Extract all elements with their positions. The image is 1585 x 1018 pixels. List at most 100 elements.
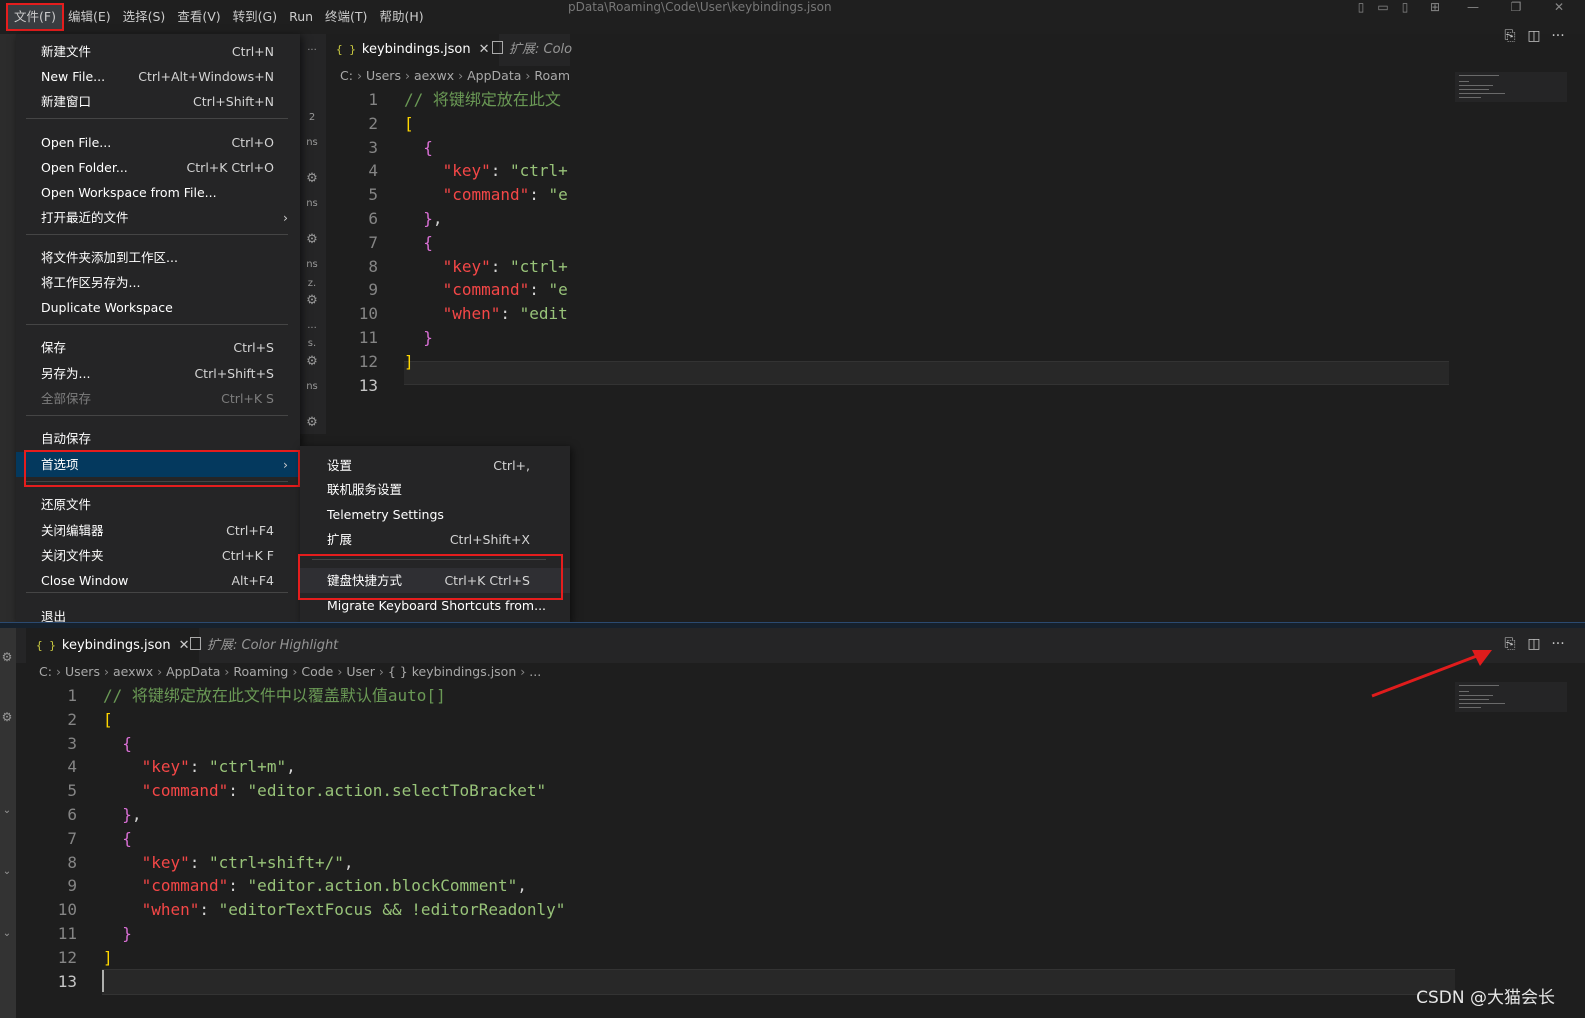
- split-editor-icon[interactable]: ◫: [1525, 636, 1543, 652]
- menu-go[interactable]: 转到(G): [227, 5, 283, 29]
- code-line: 6 },: [16, 803, 141, 827]
- menu-file[interactable]: 文件(F): [6, 3, 64, 31]
- file-menu-item[interactable]: 新建窗口 Ctrl+Shift+N: [16, 89, 300, 114]
- breadcrumb-item[interactable]: AppData: [467, 68, 521, 83]
- code-line: 8 "key": "ctrl+shift+/",: [16, 851, 354, 875]
- preferences-menu-item[interactable]: 设置 Ctrl+,: [300, 453, 570, 478]
- menu-run[interactable]: Run: [283, 5, 319, 29]
- code-text: "when": "editorTextFocus && !editorReado…: [141, 900, 566, 920]
- menu-item-label: 全部保存: [41, 391, 92, 406]
- gear-icon: ⚙: [306, 171, 318, 186]
- breadcrumb-item[interactable]: ...: [529, 664, 541, 679]
- breadcrumb-item[interactable]: AppData: [166, 664, 220, 679]
- red-arrow-annotation: [1371, 650, 1492, 698]
- file-menu-item[interactable]: 关闭文件夹 Ctrl+K F: [16, 543, 300, 568]
- restore-icon[interactable]: ❐: [1505, 0, 1527, 14]
- code-text: "command": "editor.action.blockComment",: [141, 876, 527, 896]
- line-number: 4: [67, 757, 77, 777]
- file-menu-item[interactable]: 将文件夹添加到工作区...: [16, 245, 300, 270]
- menu-item-label: Open Workspace from File...: [41, 185, 217, 200]
- more-actions-icon[interactable]: ···: [1549, 28, 1567, 44]
- chevron-right-icon: ›: [378, 664, 384, 679]
- gear-icon: ⚙: [1, 710, 13, 724]
- file-menu-item[interactable]: Open Folder... Ctrl+K Ctrl+O: [16, 155, 300, 180]
- code-text: "key": "ctrl+shift+/",: [141, 852, 354, 872]
- file-menu-item[interactable]: Open Workspace from File...: [16, 180, 300, 205]
- menu-help[interactable]: 帮助(H): [373, 5, 429, 29]
- chevron-right-icon: ›: [356, 68, 362, 83]
- minimize-icon[interactable]: —: [1462, 0, 1484, 14]
- breadcrumb-item[interactable]: Users: [366, 68, 401, 83]
- code-line: 10 "when": "edit: [326, 302, 568, 326]
- open-json-icon[interactable]: ⎘: [1501, 28, 1519, 44]
- close-window-icon[interactable]: ✕: [1548, 0, 1570, 14]
- preferences-menu-item[interactable]: 扩展 Ctrl+Shift+X: [300, 527, 570, 552]
- bottom-code-editor[interactable]: 1// 将键绑定放在此文件中以覆盖默认值auto[] 2[3 {4 "key": …: [16, 684, 1456, 1018]
- line-number: 5: [67, 781, 77, 801]
- tab-keybindings[interactable]: { } keybindings.json ✕: [326, 34, 500, 66]
- customize-layout-icon[interactable]: ⊞: [1424, 0, 1446, 14]
- open-json-icon[interactable]: ⎘: [1501, 636, 1519, 652]
- more-actions-icon[interactable]: ···: [1549, 636, 1567, 652]
- file-menu: 新建文件 Ctrl+N New File... Ctrl+Alt+Windows+N 新…: [16, 34, 300, 622]
- gear-icon: ⚙: [306, 354, 318, 369]
- file-menu-item[interactable]: New File... Ctrl+Alt+Windows+N: [16, 64, 300, 89]
- breadcrumb-item[interactable]: C:: [340, 68, 353, 83]
- menu-item-shortcut: Ctrl+Alt+Windows+N: [138, 69, 274, 84]
- explorer-text: ns: [306, 381, 318, 392]
- file-menu-item[interactable]: 打开最近的文件 ›: [16, 205, 300, 230]
- chevron-right-icon: ›: [55, 664, 61, 679]
- menu-item-shortcut: Ctrl+O: [231, 135, 274, 150]
- menu-edit[interactable]: 编辑(E): [62, 5, 117, 29]
- code-text: "when": "edit: [442, 304, 568, 324]
- breadcrumb: C: › Users › aexwx › AppData › Roaming › Code › User…: [39, 664, 541, 679]
- tab-extension[interactable]: 扩展: Colo: [482, 34, 582, 66]
- code-text: "command": "e: [442, 185, 568, 205]
- file-menu-item[interactable]: 另存为... Ctrl+Shift+S: [16, 361, 300, 386]
- file-menu-item[interactable]: 新建文件 Ctrl+N: [16, 39, 300, 64]
- top-tab-bar: { } keybindings.json ✕ 扩展: Colo: [326, 34, 572, 66]
- preferences-menu-item[interactable]: Telemetry Settings: [300, 502, 570, 527]
- code-text: },: [423, 209, 443, 228]
- breadcrumb-item[interactable]: { } keybindings.json: [388, 664, 516, 679]
- breadcrumb-item[interactable]: User: [346, 664, 375, 679]
- watermark: CSDN @大猫会长: [1416, 988, 1555, 1008]
- breadcrumb-item[interactable]: Code: [301, 664, 333, 679]
- file-menu-item[interactable]: 自动保存: [16, 426, 300, 451]
- file-menu-item[interactable]: Close Window Alt+F4: [16, 568, 300, 593]
- explorer-text: ns: [306, 198, 318, 209]
- bottom-tab-bar: { } keybindings.json ✕ 扩展: Color Highlight: [16, 628, 1585, 663]
- tab-keybindings[interactable]: { } keybindings.json ✕: [26, 628, 200, 663]
- tab-color-highlight[interactable]: 扩展: Color Highlight: [180, 628, 348, 663]
- code-text: // 将键绑定放在此文: [404, 90, 561, 109]
- file-menu-item[interactable]: 还原文件: [16, 492, 300, 517]
- line-number: 10: [57, 900, 77, 920]
- split-editor-icon[interactable]: ◫: [1525, 28, 1543, 44]
- file-menu-item[interactable]: Open File... Ctrl+O: [16, 130, 300, 155]
- breadcrumb-item[interactable]: Roaming: [233, 664, 288, 679]
- breadcrumb-item[interactable]: aexwx: [113, 664, 153, 679]
- file-menu-item[interactable]: 保存 Ctrl+S: [16, 335, 300, 360]
- code-line: 9 "command": "e,: [326, 278, 570, 302]
- code-text: {: [122, 733, 132, 753]
- menu-view[interactable]: 查看(V): [171, 5, 226, 29]
- breadcrumb-item[interactable]: C:: [39, 664, 52, 679]
- breadcrumb-item[interactable]: Users: [65, 664, 100, 679]
- file-menu-item[interactable]: 关闭编辑器 Ctrl+F4: [16, 518, 300, 543]
- line-number: 8: [67, 852, 77, 872]
- layout-icon[interactable]: ▯: [1350, 0, 1372, 14]
- menu-selection[interactable]: 选择(S): [117, 5, 172, 29]
- preferences-menu-item[interactable]: 联机服务设置: [300, 477, 570, 502]
- panel-toggle-icon[interactable]: ▭: [1372, 0, 1394, 14]
- file-menu-item[interactable]: 退出: [16, 604, 300, 622]
- breadcrumb-item[interactable]: Roamin: [534, 68, 570, 83]
- code-line: 2[: [16, 708, 112, 732]
- file-menu-item[interactable]: 全部保存 Ctrl+K S: [16, 386, 300, 411]
- file-menu-item[interactable]: Duplicate Workspace: [16, 295, 300, 320]
- file-menu-item[interactable]: 将工作区另存为...: [16, 270, 300, 295]
- top-code-editor[interactable]: 1// 将键绑定放在此文 2[3 {4 "key": "ctrl+ 5 "comma…: [326, 88, 570, 408]
- breadcrumb-item[interactable]: aexwx: [414, 68, 454, 83]
- minimap[interactable]: [1455, 72, 1567, 102]
- menu-terminal[interactable]: 终端(T): [319, 5, 373, 29]
- sidebar-toggle-icon[interactable]: ▯: [1394, 0, 1416, 14]
